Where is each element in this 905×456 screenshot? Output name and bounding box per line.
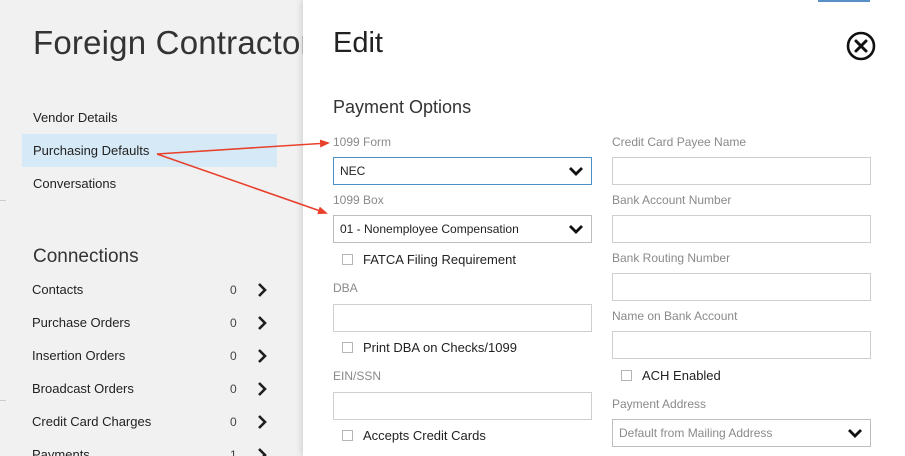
connection-broadcast-orders[interactable]: Broadcast Orders 0: [32, 379, 272, 399]
connection-count: 0: [230, 415, 237, 429]
connection-count: 0: [230, 283, 237, 297]
chevron-right-icon[interactable]: [254, 414, 270, 430]
connection-count: 1: [230, 448, 237, 456]
nav-vendor-details[interactable]: Vendor Details: [22, 101, 277, 134]
connection-count: 0: [230, 382, 237, 396]
print-dba-label: Print DBA on Checks/1099: [363, 340, 517, 355]
accepts-cc-label: Accepts Credit Cards: [363, 428, 486, 443]
section-title: Payment Options: [333, 97, 472, 117]
cc-payee-label: Credit Card Payee Name: [612, 135, 747, 149]
dba-input[interactable]: [333, 304, 592, 332]
bank-routing-input[interactable]: [612, 273, 871, 301]
connections-heading: Connections: [33, 246, 139, 267]
modal-title: Edit: [333, 27, 383, 59]
accepts-cc-checkbox[interactable]: [342, 430, 353, 441]
connection-contacts[interactable]: Contacts 0: [32, 280, 272, 300]
fatca-label: FATCA Filing Requirement: [363, 252, 516, 267]
form-1099-select[interactable]: NEC: [333, 157, 592, 185]
connection-label: Broadcast Orders: [32, 381, 134, 396]
payment-address-label: Payment Address: [612, 397, 707, 411]
chevron-down-icon: [848, 429, 862, 438]
ach-label: ACH Enabled: [642, 368, 721, 383]
edit-modal: Edit Payment Options 1099 Form NEC 1099 …: [303, 0, 905, 456]
ach-checkbox[interactable]: [621, 370, 632, 381]
chevron-right-icon[interactable]: [254, 315, 270, 331]
ein-label: EIN/SSN: [333, 369, 382, 383]
cc-payee-input[interactable]: [612, 157, 871, 185]
chevron-down-icon: [569, 225, 583, 234]
payment-address-value: Default from Mailing Address: [619, 426, 773, 440]
chevron-right-icon[interactable]: [254, 348, 270, 364]
connection-credit-card-charges[interactable]: Credit Card Charges 0: [32, 412, 272, 432]
connection-insertion-orders[interactable]: Insertion Orders 0: [32, 346, 272, 366]
bank-routing-label: Bank Routing Number: [612, 251, 731, 265]
name-on-bank-label: Name on Bank Account: [612, 309, 738, 323]
chevron-right-icon[interactable]: [254, 381, 270, 397]
bank-account-input[interactable]: [612, 215, 871, 243]
vendor-title: Foreign Contractor: [33, 24, 305, 61]
bank-account-label: Bank Account Number: [612, 193, 732, 207]
nav-purchasing-defaults[interactable]: Purchasing Defaults: [22, 134, 277, 167]
chevron-right-icon[interactable]: [254, 447, 270, 456]
fatca-checkbox[interactable]: [342, 254, 353, 265]
divider: [0, 400, 6, 401]
form-1099-value: NEC: [340, 164, 366, 178]
form-1099-label: 1099 Form: [333, 135, 392, 149]
box-1099-select[interactable]: 01 - Nonemployee Compensation: [333, 215, 592, 243]
vendor-panel: Foreign Contractor Vendor Details Purcha…: [0, 0, 305, 456]
payment-address-select[interactable]: Default from Mailing Address: [612, 419, 871, 447]
box-1099-label: 1099 Box: [333, 193, 384, 207]
box-1099-value: 01 - Nonemployee Compensation: [340, 222, 519, 236]
nav-conversations[interactable]: Conversations: [22, 167, 277, 200]
divider: [0, 200, 6, 201]
name-on-bank-input[interactable]: [612, 331, 871, 359]
print-dba-checkbox[interactable]: [342, 342, 353, 353]
connection-label: Contacts: [32, 282, 84, 297]
connection-label: Credit Card Charges: [32, 414, 152, 429]
connection-count: 0: [230, 349, 237, 363]
chevron-down-icon: [569, 167, 583, 176]
dba-label: DBA: [333, 281, 358, 295]
connection-purchase-orders[interactable]: Purchase Orders 0: [32, 313, 272, 333]
top-accent-line: [818, 0, 870, 2]
close-icon[interactable]: [846, 31, 876, 61]
connection-payments[interactable]: Payments 1: [32, 445, 272, 456]
connection-count: 0: [230, 316, 237, 330]
ein-input[interactable]: [333, 392, 592, 420]
connection-label: Purchase Orders: [32, 315, 131, 330]
connection-label: Payments: [32, 447, 90, 456]
chevron-right-icon[interactable]: [254, 282, 270, 298]
connection-label: Insertion Orders: [32, 348, 126, 363]
